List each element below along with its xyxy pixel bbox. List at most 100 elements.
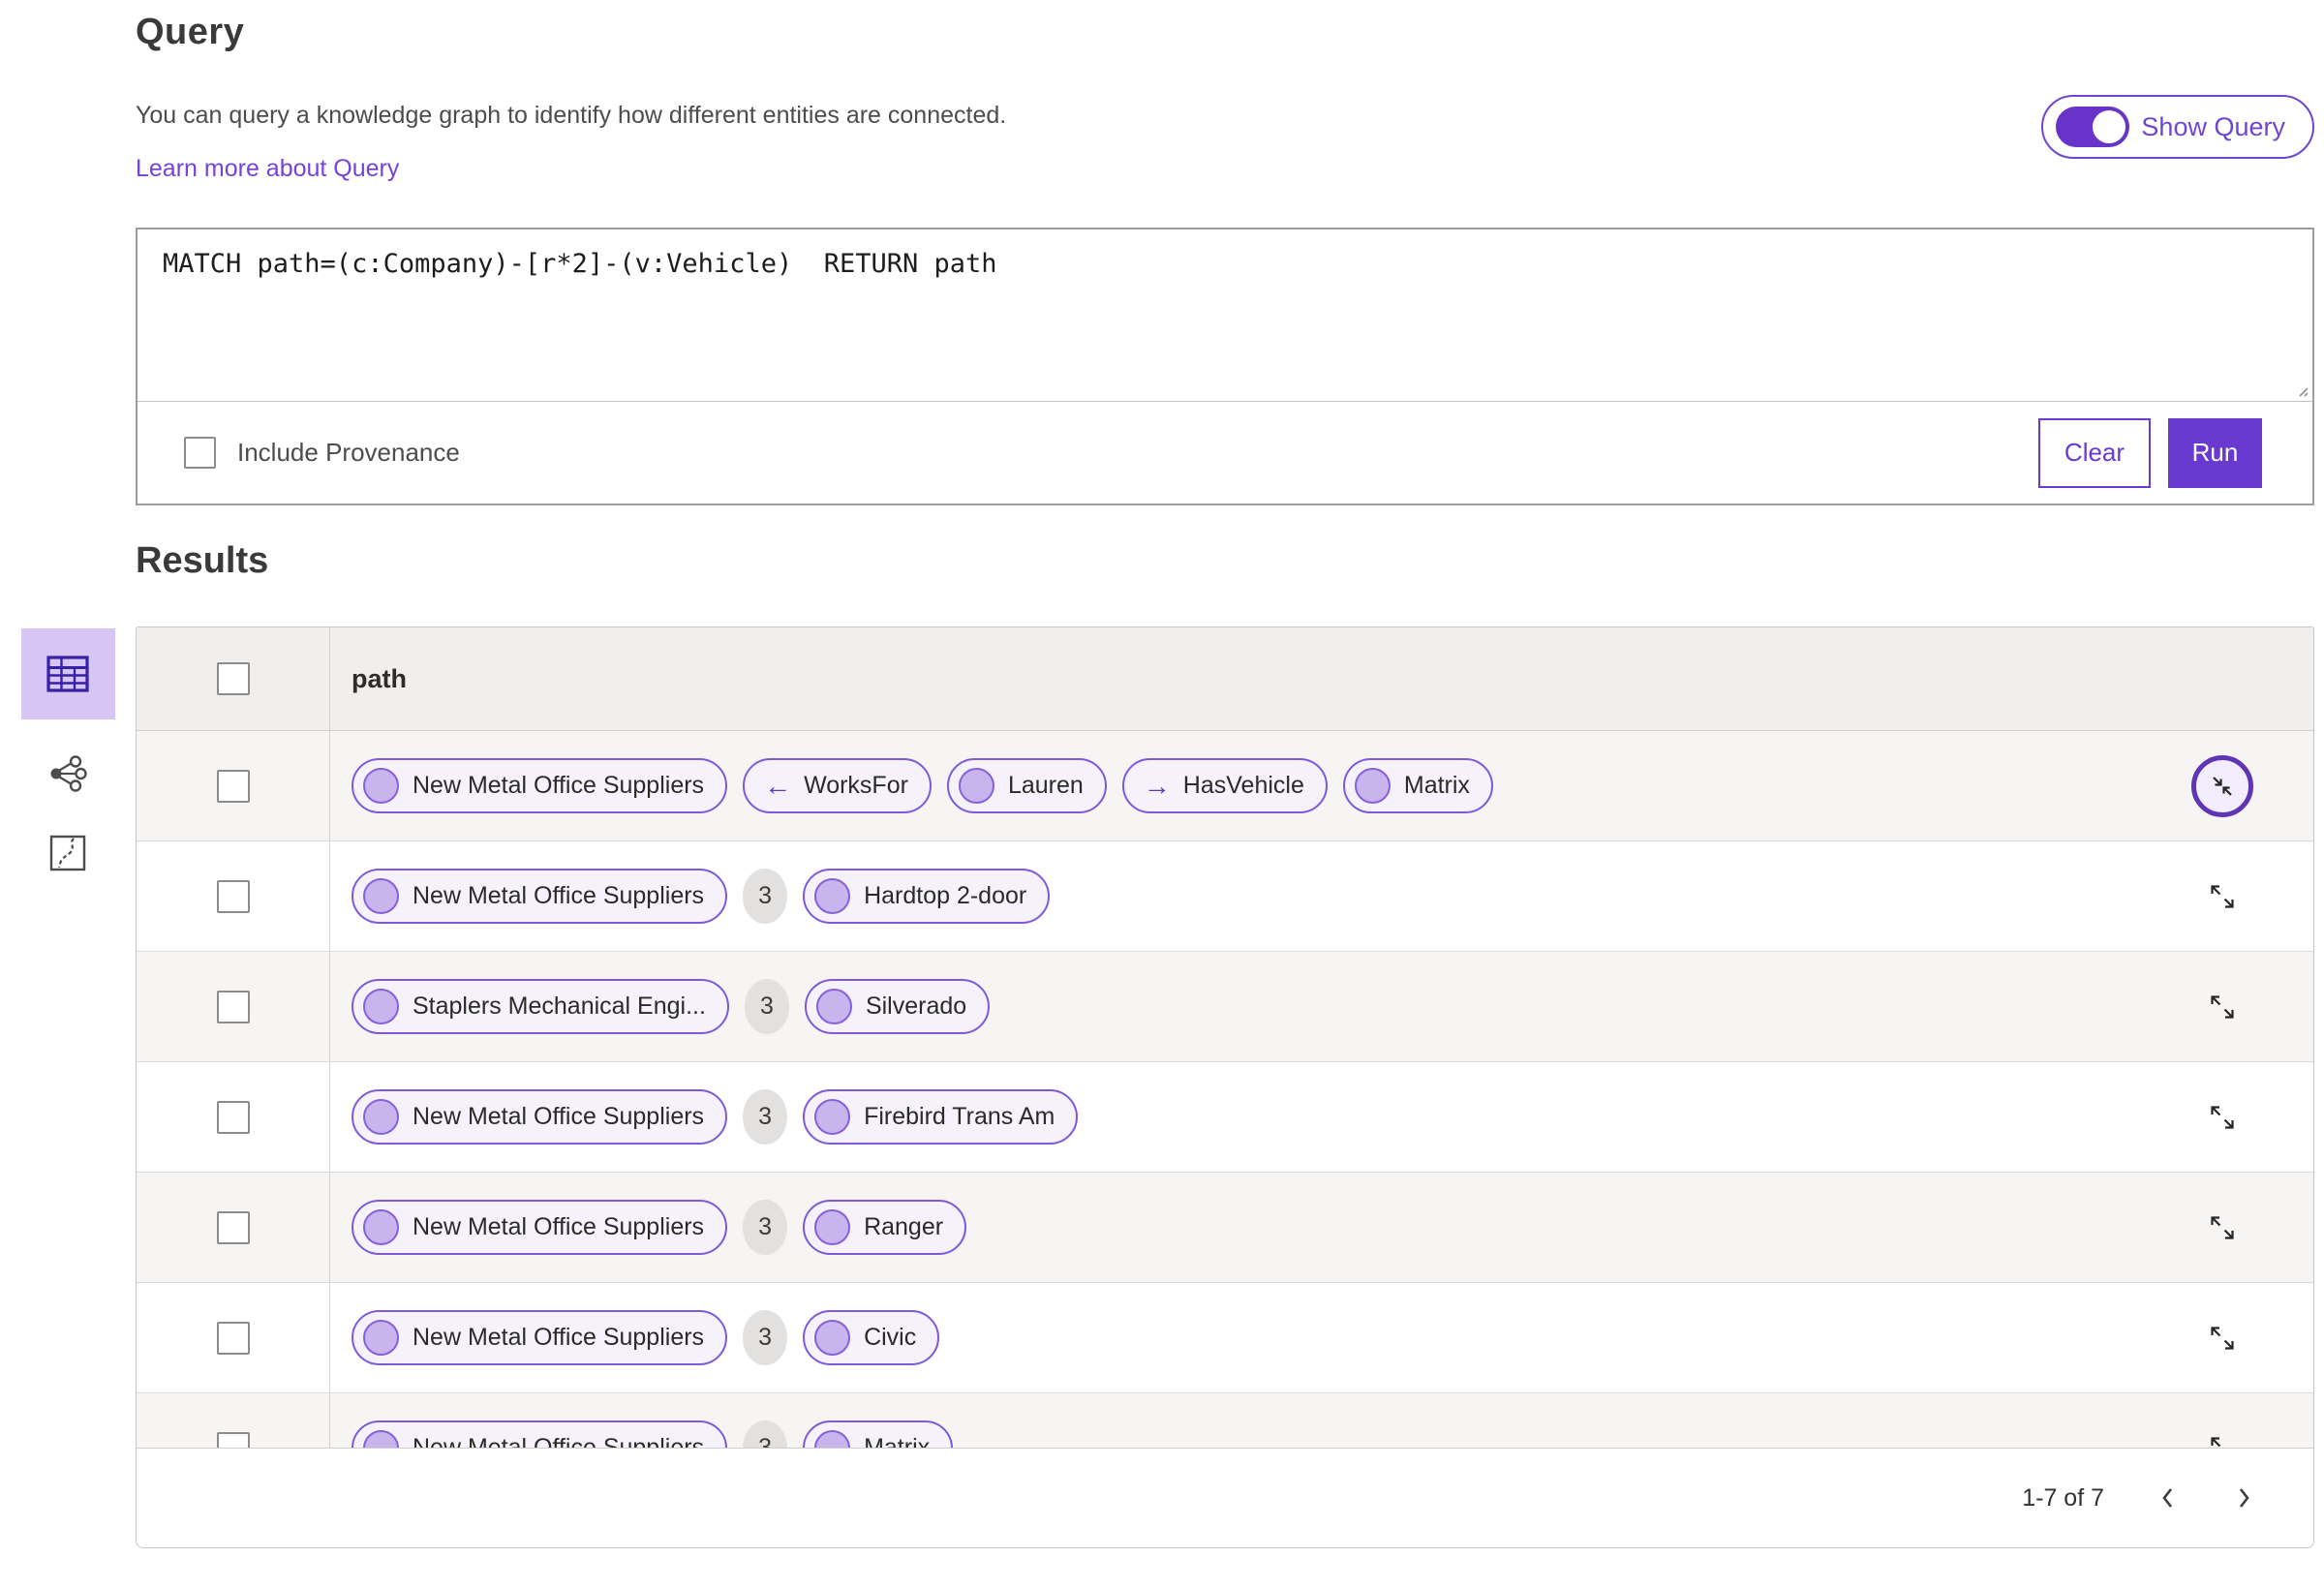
path-segments: New Metal Office Suppliers 3 Ranger [352,1200,2182,1255]
include-provenance-checkbox[interactable] [184,437,216,469]
entity-label: Lauren [1007,772,1084,799]
path-segments: New Metal Office Suppliers 3 Civic [352,1310,2182,1365]
hop-count-badge: 3 [744,979,789,1034]
expand-icon [2211,1326,2234,1350]
map-view-button[interactable] [39,828,97,878]
entity-pill[interactable]: Staplers Mechanical Engi... [352,979,729,1034]
entity-label: New Metal Office Suppliers [413,1324,705,1351]
relationship-label: HasVehicle [1182,772,1304,799]
toggle-switch-icon[interactable] [2056,107,2130,147]
entity-label: Ranger [864,1213,944,1240]
table-row: New Metal Office Suppliers 3 Hardtop 2-doo… [137,841,2313,952]
hop-count-badge: 3 [743,869,788,924]
entity-pill[interactable]: Ranger [803,1200,967,1255]
map-icon [49,835,86,871]
table-view-button[interactable] [20,628,115,719]
relationship-pill[interactable]: ← WorksFor [743,758,932,813]
select-all-checkbox[interactable] [216,662,250,695]
relationship-pill[interactable]: → HasVehicle [1121,758,1328,813]
entity-pill[interactable]: New Metal Office Suppliers [352,1200,728,1255]
entity-label: New Metal Office Suppliers [413,772,705,799]
path-segments: Staplers Mechanical Engi... 3 Silverado [352,979,2182,1034]
table-row: New Metal Office Suppliers 3 Firebird Tran… [137,1062,2313,1173]
entity-node-icon [1354,768,1391,804]
path-segments: New Metal Office Suppliers 3 Hardtop 2-doo… [352,869,2182,924]
pagination-bar: 1-7 of 7 [137,1448,2313,1547]
show-query-toggle[interactable]: Show Query [2041,95,2314,159]
learn-more-link[interactable]: Learn more about Query [136,155,399,183]
entity-pill[interactable]: Silverado [804,979,991,1034]
entity-pill[interactable]: New Metal Office Suppliers [352,1310,728,1365]
entity-label: Silverado [865,992,967,1020]
expand-row-button[interactable] [2191,754,2253,817]
row-checkbox-cell [137,952,330,1061]
results-region: path New Metal Office Suppliers ← WorksFor… [0,626,2314,1548]
entity-node-icon [363,878,399,914]
run-button[interactable]: Run [2168,417,2262,488]
entity-node-icon [814,1320,851,1356]
entity-label: Matrix [1403,772,1470,799]
entity-node-icon [363,1099,399,1135]
expand-row-button[interactable] [2208,882,2237,911]
query-panel-footer: Include Provenance Clear Run [138,402,2312,504]
expand-icon [2211,884,2234,908]
row-checkbox-cell [137,731,330,840]
previous-page-button[interactable] [2147,1477,2189,1519]
entity-label: New Metal Office Suppliers [413,1103,705,1130]
row-checkbox[interactable] [216,990,250,1023]
entity-label: Firebird Trans Am [864,1103,1055,1130]
path-cell: New Metal Office Suppliers 3 Firebird Tran… [330,1062,2182,1172]
table-row: New Metal Office Suppliers 3 Ranger [137,1173,2313,1283]
path-segments: New Metal Office Suppliers ← WorksFor Laure… [352,758,2182,813]
clear-button[interactable]: Clear [2038,417,2151,488]
expand-icon [2211,994,2234,1019]
entity-node-icon [814,1099,851,1135]
relationship-direction-arrow-icon: → [1143,770,1171,801]
entity-pill[interactable]: Firebird Trans Am [803,1089,1079,1145]
row-checkbox[interactable] [216,769,250,803]
entity-pill[interactable]: New Metal Office Suppliers [352,869,728,924]
entity-pill[interactable]: Lauren [946,758,1107,813]
entity-label: Staplers Mechanical Engi... [413,992,706,1020]
hop-count-badge: 3 [743,1089,788,1145]
expand-row-button[interactable] [2208,1213,2237,1242]
expand-row-button[interactable] [2208,1103,2237,1132]
table-body: New Metal Office Suppliers ← WorksFor Laure… [137,731,2313,1504]
expand-icon [2211,1215,2234,1239]
hop-count-badge: 3 [743,1310,788,1365]
entity-node-icon [363,768,399,804]
relationship-label: WorksFor [804,772,908,799]
entity-label: Civic [864,1324,917,1351]
link-chart-icon [50,755,87,792]
path-cell: New Metal Office Suppliers 3 Civic [330,1283,2182,1392]
path-cell: New Metal Office Suppliers ← WorksFor Laure… [330,731,2182,840]
entity-pill[interactable]: Hardtop 2-door [803,869,1051,924]
entity-pill[interactable]: Civic [803,1310,940,1365]
path-cell: New Metal Office Suppliers 3 Ranger [330,1173,2182,1282]
path-cell: New Metal Office Suppliers 3 Hardtop 2-doo… [330,841,2182,951]
row-checkbox[interactable] [216,1100,250,1134]
query-editor: MATCH path=(c:Company)-[r*2]-(v:Vehicle)… [138,229,2312,402]
select-all-cell [137,627,330,730]
row-checkbox[interactable] [216,1210,250,1244]
show-query-label: Show Query [2141,111,2285,141]
row-checkbox-cell [137,841,330,951]
collapse-icon [2213,776,2232,796]
expand-row-button[interactable] [2208,992,2237,1022]
link-chart-view-button[interactable] [39,748,97,799]
entity-pill[interactable]: Matrix [1342,758,1493,813]
expand-row-button[interactable] [2208,1324,2237,1353]
query-input[interactable]: MATCH path=(c:Company)-[r*2]-(v:Vehicle)… [138,229,2312,401]
row-checkbox[interactable] [216,879,250,913]
table-row: Staplers Mechanical Engi... 3 Silverado [137,952,2313,1062]
hop-count-badge: 3 [743,1200,788,1255]
entity-node-icon [363,1209,399,1245]
row-checkbox-cell [137,1283,330,1392]
entity-pill[interactable]: New Metal Office Suppliers [352,1089,728,1145]
entity-pill[interactable]: New Metal Office Suppliers [352,758,728,813]
row-checkbox[interactable] [216,1321,250,1355]
expand-cell [2182,1283,2263,1392]
table-header-row: path [137,627,2313,731]
toggle-knob [2093,110,2126,143]
next-page-button[interactable] [2222,1477,2265,1519]
